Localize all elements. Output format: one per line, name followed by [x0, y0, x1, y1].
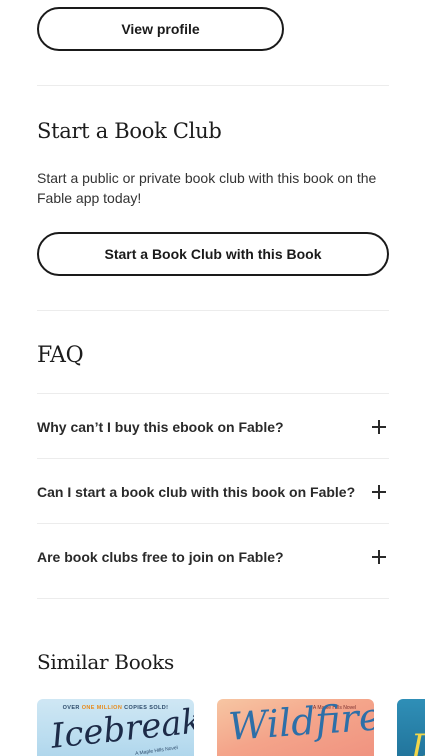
faq-question: Are book clubs free to join on Fable?	[37, 548, 284, 565]
book-cover-icebreaker[interactable]: OVER ONE MILLION COPIES SOLD! Icebreaker…	[37, 699, 194, 756]
faq-item[interactable]: Are book clubs free to join on Fable?	[37, 524, 389, 589]
start-book-club-button[interactable]: Start a Book Club with this Book	[37, 232, 389, 276]
section-divider	[37, 85, 389, 86]
faq-question: Why can’t I buy this ebook on Fable?	[37, 418, 284, 435]
view-profile-button[interactable]: View profile	[37, 7, 284, 51]
book-club-description: Start a public or private book club with…	[37, 170, 377, 206]
plus-icon[interactable]	[372, 419, 386, 434]
section-divider	[37, 598, 389, 599]
faq-item[interactable]: Can I start a book club with this book o…	[37, 459, 389, 524]
faq-item[interactable]: Why can’t I buy this ebook on Fable?	[37, 394, 389, 459]
plus-icon[interactable]	[372, 484, 386, 499]
section-divider	[37, 310, 389, 311]
book-cover-wildfire[interactable]: A Maple Hills Novel Wildfire	[217, 699, 374, 756]
book-cover-title: Wildfire	[227, 699, 374, 749]
faq-question: Can I start a book club with this book o…	[37, 483, 356, 500]
book-cover-title: D	[411, 727, 425, 756]
book-club-heading: Start a Book Club	[37, 119, 222, 143]
plus-icon[interactable]	[372, 549, 386, 564]
faq-heading: FAQ	[37, 343, 84, 368]
book-cover-partial[interactable]: D	[397, 699, 425, 756]
similar-books-heading: Similar Books	[37, 650, 174, 674]
